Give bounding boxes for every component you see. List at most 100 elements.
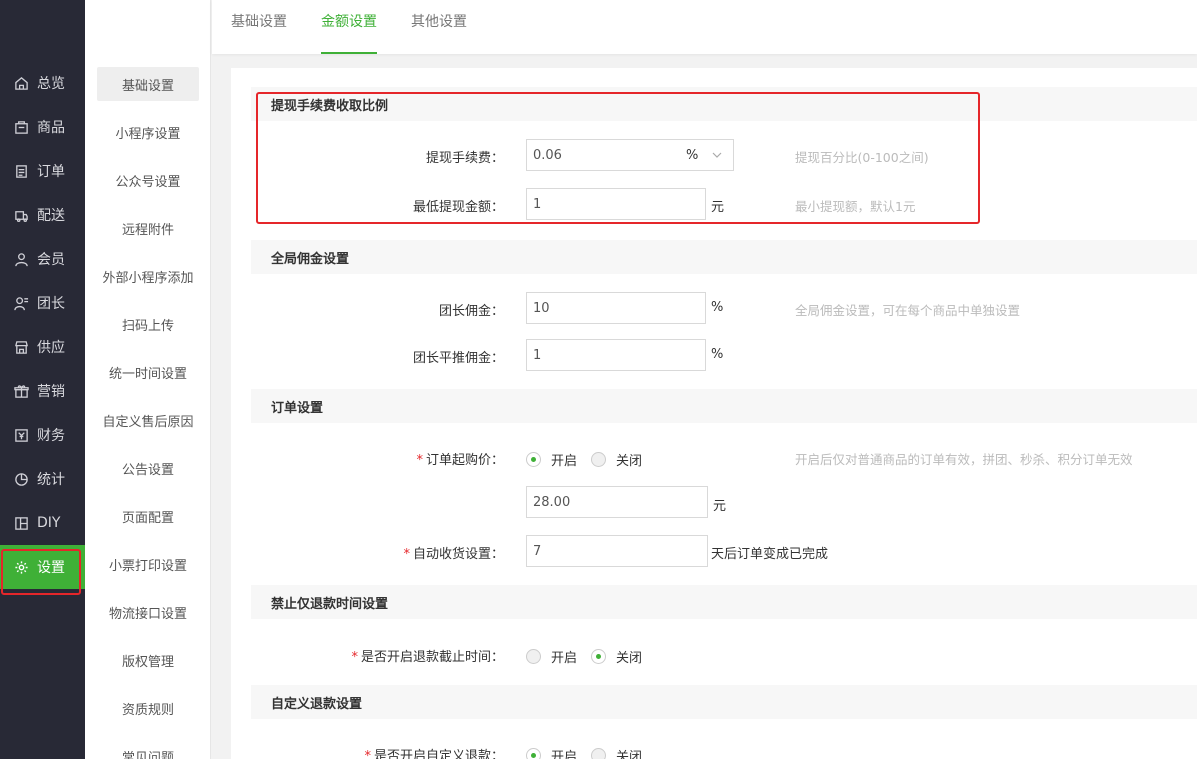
subnav-item-miniapp[interactable]: 小程序设置 — [85, 115, 211, 149]
subnav-item-unified-time[interactable]: 统一时间设置 — [85, 355, 211, 389]
withdraw-fee-label: 提现手续费： — [425, 151, 504, 166]
tab-bar: 基础设置 金额设置 其他设置 — [212, 0, 1197, 54]
nav-label: 设置 — [37, 560, 65, 576]
custom-refund-close-radio[interactable]: 关闭 — [591, 746, 642, 759]
delivery-icon — [13, 207, 29, 223]
subnav-item-logistics-api[interactable]: 物流接口设置 — [85, 595, 211, 629]
tab-other-settings[interactable]: 其他设置 — [411, 0, 467, 54]
radio-label: 关闭 — [616, 454, 643, 469]
order-min-price-unit: 元 — [713, 499, 727, 514]
flat-commission-unit: % — [711, 347, 724, 362]
radio-label: 开启 — [551, 454, 578, 469]
subnav-item-notice[interactable]: 公告设置 — [85, 451, 211, 485]
withdraw-fee-hint: 提现百分比(0-100之间) — [795, 150, 929, 165]
order-min-price-open-radio[interactable]: 开启 — [526, 450, 577, 469]
flat-commission-input[interactable] — [526, 339, 706, 371]
nav-label: 会员 — [37, 252, 65, 268]
auto-receive-input[interactable] — [526, 535, 708, 567]
subnav-item-faq[interactable]: 常见问题 — [85, 739, 211, 759]
nav-item-delivery[interactable]: 配送 — [0, 193, 85, 237]
radio-unchecked-icon — [591, 452, 606, 467]
order-min-price-close-radio[interactable]: 关闭 — [591, 450, 642, 469]
radio-checked-icon — [526, 452, 541, 467]
order-icon — [13, 163, 29, 179]
layout-icon — [13, 515, 29, 531]
nav-item-goods[interactable]: 商品 — [0, 105, 85, 149]
nav-item-settings[interactable]: 设置 — [0, 545, 85, 589]
nav-item-supply[interactable]: 供应 — [0, 325, 85, 369]
nav-label: 订单 — [37, 164, 65, 180]
refund-deadline-close-radio[interactable]: 关闭 — [591, 647, 642, 666]
chevron-down-icon — [711, 149, 723, 165]
pie-icon — [13, 471, 29, 487]
home-icon — [13, 75, 29, 91]
box-icon — [13, 119, 29, 135]
nav-item-finance[interactable]: 财务 — [0, 413, 85, 457]
subnav-item-copyright[interactable]: 版权管理 — [85, 643, 211, 677]
order-min-price-input[interactable] — [526, 486, 708, 518]
order-min-price-label: * 订单起购价： — [416, 453, 504, 468]
section-title-refund-time: 禁止仅退款时间设置 — [251, 585, 1197, 619]
subnav-item-external-miniapp[interactable]: 外部小程序添加 — [85, 259, 211, 293]
nav-label: 统计 — [37, 472, 65, 488]
min-withdraw-label: 最低提现金额： — [412, 200, 504, 215]
custom-refund-open-radio[interactable]: 开启 — [526, 746, 577, 759]
section-title-commission: 全局佣金设置 — [251, 240, 1197, 274]
subnav-item-after-sale-reasons[interactable]: 自定义售后原因 — [85, 403, 211, 437]
auto-receive-unit: 天后订单变成已完成 — [711, 547, 829, 562]
section-title-order: 订单设置 — [251, 389, 1197, 423]
leader-commission-unit: % — [711, 300, 724, 315]
radio-unchecked-icon — [526, 649, 541, 664]
main-nav: 总览 商品 订单 配送 会员 团长 供应 营销 财务 统计 DIY 设置 — [0, 0, 85, 759]
nav-label: 供应 — [37, 340, 65, 356]
leader-commission-input[interactable] — [526, 292, 706, 324]
user-icon — [13, 251, 29, 267]
gift-icon — [13, 383, 29, 399]
nav-label: 商品 — [37, 120, 65, 136]
refund-deadline-open-radio[interactable]: 开启 — [526, 647, 577, 666]
radio-label: 关闭 — [616, 651, 643, 666]
radio-checked-icon — [526, 748, 541, 759]
subnav-item-official-account[interactable]: 公众号设置 — [85, 163, 211, 197]
min-withdraw-unit: 元 — [711, 200, 725, 215]
withdraw-fee-unit-select[interactable]: % — [674, 139, 734, 171]
refund-deadline-label: * 是否开启退款截止时间： — [351, 650, 504, 665]
subnav-item-basic[interactable]: 基础设置 — [85, 67, 211, 101]
nav-item-orders[interactable]: 订单 — [0, 149, 85, 193]
min-withdraw-input[interactable] — [526, 188, 706, 220]
nav-item-diy[interactable]: DIY — [0, 501, 85, 545]
leader-icon — [13, 295, 29, 311]
section-title-withdraw: 提现手续费收取比例 — [251, 87, 1197, 121]
nav-item-leader[interactable]: 团长 — [0, 281, 85, 325]
subnav-item-remote-attachment[interactable]: 远程附件 — [85, 211, 211, 245]
nav-label: 团长 — [37, 296, 65, 312]
leader-commission-hint: 全局佣金设置，可在每个商品中单独设置 — [795, 303, 1021, 318]
nav-label: 营销 — [37, 384, 65, 400]
nav-item-members[interactable]: 会员 — [0, 237, 85, 281]
flat-commission-label: 团长平推佣金： — [412, 351, 504, 366]
store-icon — [13, 339, 29, 355]
nav-label: 财务 — [37, 428, 65, 444]
nav-label: DIY — [37, 515, 61, 531]
nav-item-marketing[interactable]: 营销 — [0, 369, 85, 413]
nav-item-stats[interactable]: 统计 — [0, 457, 85, 501]
tab-basic-settings[interactable]: 基础设置 — [231, 0, 287, 54]
subnav-item-scan-upload[interactable]: 扫码上传 — [85, 307, 211, 341]
gear-icon — [13, 559, 29, 575]
radio-label: 开启 — [551, 750, 578, 759]
settings-subnav: 基础设置 小程序设置 公众号设置 远程附件 外部小程序添加 扫码上传 统一时间设… — [85, 0, 211, 759]
radio-label: 关闭 — [616, 750, 643, 759]
tab-amount-settings[interactable]: 金额设置 — [321, 0, 377, 54]
subnav-item-receipt-print[interactable]: 小票打印设置 — [85, 547, 211, 581]
custom-refund-label: * 是否开启自定义退款： — [364, 749, 504, 759]
subnav-item-qualification[interactable]: 资质规则 — [85, 691, 211, 725]
withdraw-fee-input[interactable] — [526, 139, 675, 171]
min-withdraw-hint: 最小提现额，默认1元 — [795, 199, 916, 214]
nav-item-overview[interactable]: 总览 — [0, 61, 85, 105]
section-title-custom-refund: 自定义退款设置 — [251, 685, 1197, 719]
subnav-item-page-config[interactable]: 页面配置 — [85, 499, 211, 533]
nav-label: 配送 — [37, 208, 65, 224]
radio-checked-icon — [591, 649, 606, 664]
radio-unchecked-icon — [591, 748, 606, 759]
unit-select-value: % — [686, 147, 699, 163]
